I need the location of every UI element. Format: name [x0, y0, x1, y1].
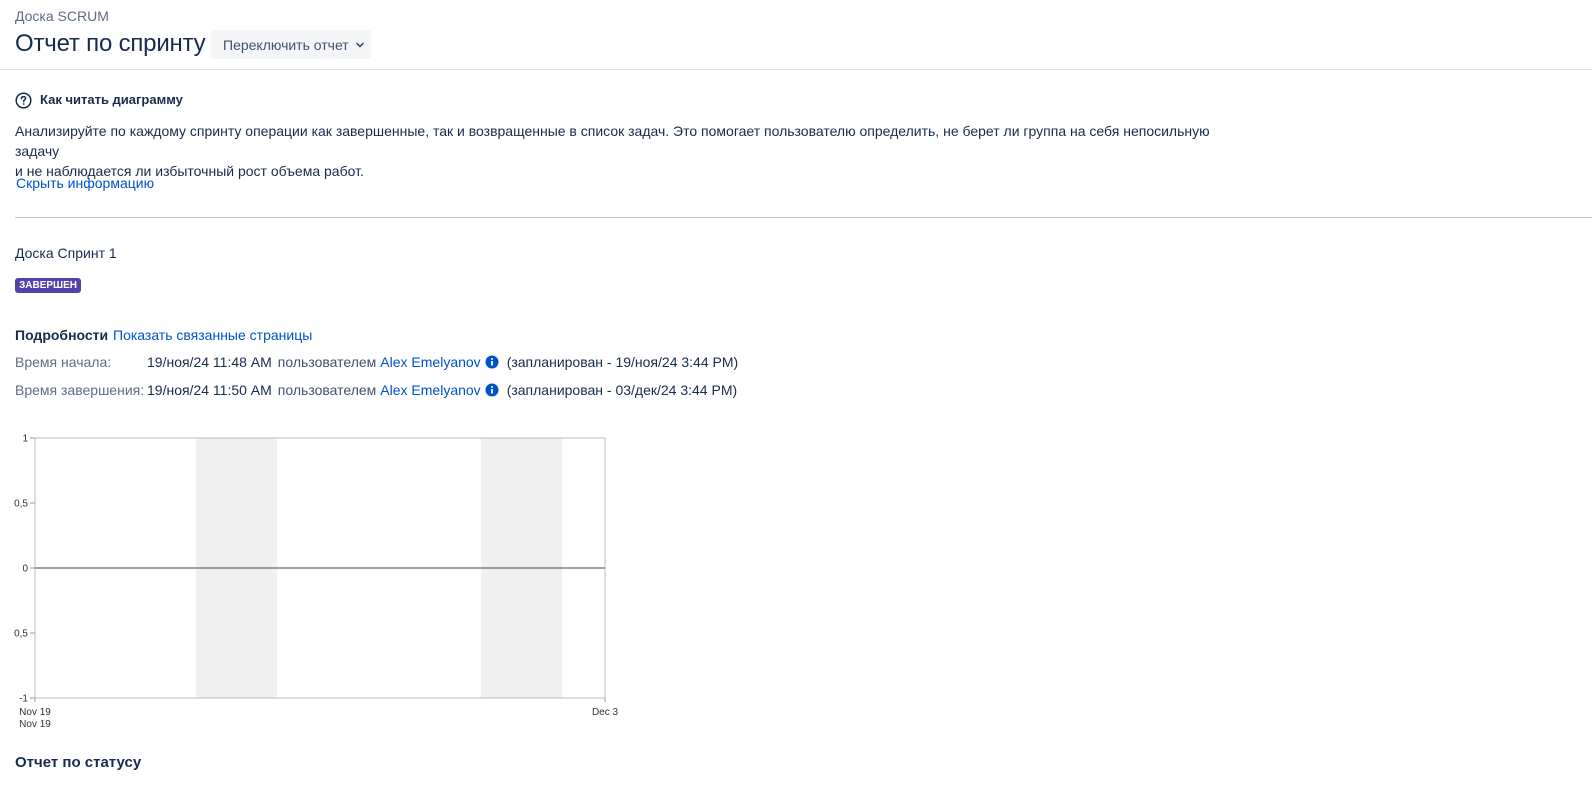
switch-report-label: Переключить отчет [223, 36, 349, 53]
sprint-report-page: Доска SCRUM Отчет по спринту Переключить… [0, 0, 1592, 811]
switch-report-button[interactable]: Переключить отчет [211, 30, 371, 59]
y-tick-label: 0,5 [14, 499, 28, 510]
chevron-down-icon [355, 40, 365, 50]
info-icon[interactable] [485, 383, 499, 397]
y-tick-label: 0 [22, 564, 28, 575]
breadcrumb[interactable]: Доска SCRUM [15, 8, 109, 24]
x-tick-label: Nov 19 [19, 707, 51, 718]
help-title: Как читать диаграмму [40, 92, 183, 107]
info-icon[interactable] [485, 355, 499, 369]
y-tick-label: 1 [22, 434, 28, 445]
status-badge: ЗАВЕРШЕН [15, 278, 81, 293]
help-line-1: Анализируйте по каждому спринту операции… [15, 123, 1210, 159]
x-tick-label: Dec 3 [592, 707, 619, 718]
end-user-link[interactable]: Alex Emelyanov [380, 382, 480, 398]
start-user-link[interactable]: Alex Emelyanov [380, 354, 480, 370]
details-label: Подробности [15, 327, 109, 343]
question-circle-icon [15, 92, 32, 109]
start-planned: (запланирован - 19/ноя/24 3:44 PM) [506, 354, 739, 370]
end-planned: (запланирован - 03/дек/24 3:44 PM) [506, 382, 738, 398]
start-time-label: Время начала: [15, 354, 112, 370]
start-by-label: пользователем [277, 354, 377, 370]
related-pages-link[interactable]: Показать связанные страницы [113, 327, 312, 343]
start-time-value: 19/ноя/24 11:48 AM [147, 354, 272, 370]
page-title: Отчет по спринту [15, 30, 206, 57]
y-tick-label: -1 [19, 694, 28, 705]
sprint-chart: 1 0,5 0 0,5 -1 Nov 19 Dec 3 Nov 19 [14, 434, 619, 731]
x-start-label: Nov 19 [19, 719, 51, 730]
hide-info-link[interactable]: Скрыть информацию [16, 175, 154, 191]
y-tick-label: 0,5 [14, 629, 28, 640]
end-time-label: Время завершения: [15, 382, 145, 398]
end-by-label: пользователем [277, 382, 377, 398]
sprint-name: Доска Спринт 1 [15, 245, 117, 261]
header-divider [0, 69, 1592, 70]
status-report-title: Отчет по статусу [15, 754, 142, 771]
section-divider [15, 217, 1592, 218]
start-time-value-group: 19/ноя/24 11:48 AM пользователем Alex Emel… [147, 354, 738, 370]
help-line-2: и не наблюдается ли избыточный рост объе… [15, 163, 364, 179]
end-time-value-group: 19/ноя/24 11:50 AM пользователем Alex Emel… [147, 382, 737, 398]
help-description: Анализируйте по каждому спринту операции… [15, 121, 1255, 181]
end-time-value: 19/ноя/24 11:50 AM [147, 382, 272, 398]
